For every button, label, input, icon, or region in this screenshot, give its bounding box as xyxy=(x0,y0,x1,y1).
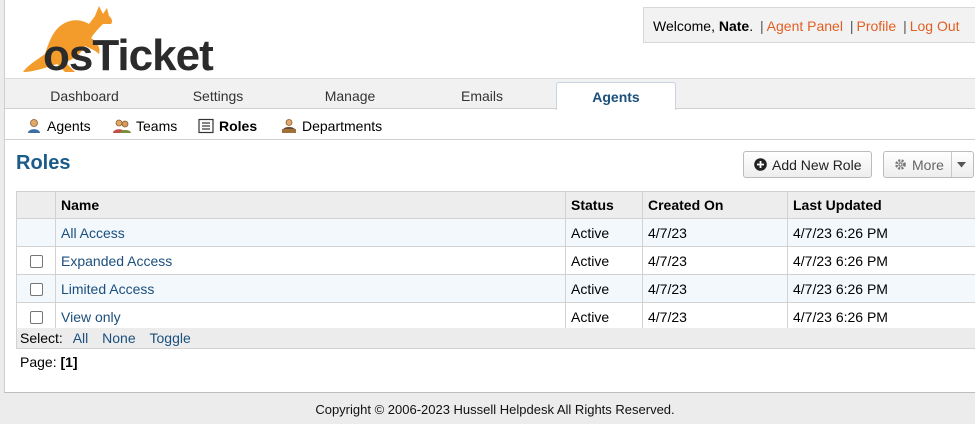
logo-text: osTicket xyxy=(43,31,214,76)
role-created-on: 4/7/23 xyxy=(642,274,788,303)
table-header-row: Name Status Created On Last Updated xyxy=(16,191,975,219)
tab-manage[interactable]: Manage xyxy=(285,85,415,109)
role-name-link[interactable]: View only xyxy=(55,302,566,331)
tab-emails[interactable]: Emails xyxy=(417,85,547,109)
column-header-created-on[interactable]: Created On xyxy=(642,191,788,219)
select-toggle-link[interactable]: Toggle xyxy=(150,330,191,346)
role-status: Active xyxy=(565,302,643,331)
column-header-status[interactable]: Status xyxy=(565,191,643,219)
welcome-label: Welcome, xyxy=(653,18,715,34)
role-name-link[interactable]: Limited Access xyxy=(55,274,566,303)
row-checkbox-cell xyxy=(16,274,56,303)
role-last-updated: 4/7/23 6:26 PM xyxy=(787,246,975,275)
main-nav: Dashboard Settings Manage Emails Agents xyxy=(5,78,975,111)
row-checkbox[interactable] xyxy=(29,311,43,325)
subnav-teams[interactable]: Teams xyxy=(113,116,177,136)
sub-nav: Agents Teams Roles Departments xyxy=(5,110,975,140)
current-page[interactable]: [1] xyxy=(60,354,77,370)
role-last-updated: 4/7/23 6:26 PM xyxy=(787,274,975,303)
subnav-departments[interactable]: Departments xyxy=(281,116,382,136)
checkbox-column-header xyxy=(16,191,56,219)
select-all-link[interactable]: All xyxy=(73,330,89,346)
role-last-updated: 4/7/23 6:26 PM xyxy=(787,302,975,331)
row-checkbox-cell xyxy=(16,246,56,275)
subnav-agents[interactable]: Agents xyxy=(26,116,91,136)
select-bar: Select: All None Toggle xyxy=(16,328,975,349)
agent-icon xyxy=(28,119,40,133)
gear-icon xyxy=(895,159,906,170)
subnav-label: Departments xyxy=(302,118,383,134)
role-last-updated: 4/7/23 6:26 PM xyxy=(787,218,975,247)
column-header-last-updated[interactable]: Last Updated xyxy=(787,191,975,219)
role-status: Active xyxy=(565,218,643,247)
row-checkbox-cell xyxy=(16,218,56,247)
role-created-on: 4/7/23 xyxy=(642,218,788,247)
row-checkbox-cell xyxy=(16,302,56,331)
tab-dashboard[interactable]: Dashboard xyxy=(17,85,152,109)
pager: Page: [1] xyxy=(20,354,78,370)
select-label: Select: xyxy=(20,330,63,346)
roles-table: Name Status Created On Last Updated All … xyxy=(16,191,975,331)
select-none-link[interactable]: None xyxy=(102,330,135,346)
roles-icon xyxy=(198,118,214,134)
role-status: Active xyxy=(565,246,643,275)
subnav-label: Teams xyxy=(136,118,178,134)
row-checkbox[interactable] xyxy=(29,255,43,269)
subnav-roles[interactable]: Roles xyxy=(198,116,257,136)
plus-circle-icon xyxy=(754,158,767,171)
table-row: Expanded Access Active 4/7/23 4/7/23 6:2… xyxy=(16,246,975,275)
page-container: osTicket Welcome, Nate. | Agent Panel | Pr… xyxy=(4,0,975,393)
welcome-box: Welcome, Nate. | Agent Panel | Profile | Lo… xyxy=(643,7,975,43)
departments-icon xyxy=(282,119,296,133)
osticket-logo[interactable]: osTicket xyxy=(15,2,230,76)
subnav-label: Roles xyxy=(219,118,258,134)
subnav-label: Agents xyxy=(47,118,91,134)
role-name-link[interactable]: All Access xyxy=(55,218,566,247)
profile-link[interactable]: Profile xyxy=(856,18,896,34)
logout-link[interactable]: Log Out xyxy=(910,18,960,34)
add-new-role-button[interactable]: Add New Role xyxy=(743,151,872,178)
table-row: View only Active 4/7/23 4/7/23 6:26 PM xyxy=(16,302,975,331)
row-checkbox[interactable] xyxy=(29,283,43,297)
table-row: All Access Active 4/7/23 4/7/23 6:26 PM xyxy=(16,218,975,247)
header: osTicket Welcome, Nate. | Agent Panel | Pr… xyxy=(5,0,975,78)
teams-icon xyxy=(113,119,131,133)
column-header-name[interactable]: Name xyxy=(55,191,566,219)
tab-settings[interactable]: Settings xyxy=(153,85,283,109)
role-status: Active xyxy=(565,274,643,303)
page-title: Roles xyxy=(16,152,71,174)
role-created-on: 4/7/23 xyxy=(642,246,788,275)
role-name-link[interactable]: Expanded Access xyxy=(55,246,566,275)
tab-agents[interactable]: Agents xyxy=(556,82,676,111)
caret-down-icon[interactable] xyxy=(957,162,966,168)
more-button[interactable]: More xyxy=(883,151,974,178)
table-row: Limited Access Active 4/7/23 4/7/23 6:26… xyxy=(16,274,975,303)
user-name: Nate xyxy=(718,18,750,34)
role-created-on: 4/7/23 xyxy=(642,302,788,331)
more-label: More xyxy=(912,156,944,173)
footer-copyright: Copyright © 2006-2023 Hussell Helpdesk A… xyxy=(315,402,675,417)
add-new-role-label: Add New Role xyxy=(772,156,862,173)
pager-label: Page: xyxy=(20,354,57,370)
agent-panel-link[interactable]: Agent Panel xyxy=(767,18,843,34)
